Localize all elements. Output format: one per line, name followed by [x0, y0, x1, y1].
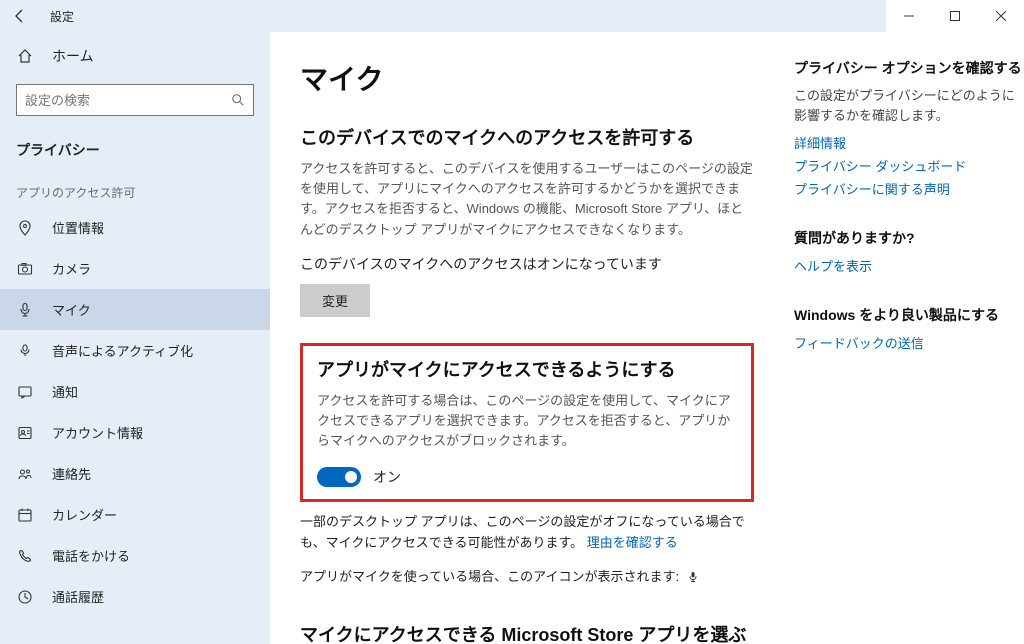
sidebar-item-call-history[interactable]: 通話履歴: [0, 576, 270, 617]
sidebar-item-account-info[interactable]: アカウント情報: [0, 412, 270, 453]
highlight-box: アプリがマイクにアクセスできるようにする アクセスを許可する場合は、このページの…: [300, 343, 754, 503]
phone-icon: [16, 548, 34, 564]
close-button[interactable]: [978, 0, 1024, 32]
section-device-access-heading: このデバイスでのマイクへのアクセスを許可する: [300, 126, 754, 151]
search-input[interactable]: [25, 93, 231, 108]
device-access-status: このデバイスのマイクへのアクセスはオンになっています: [300, 254, 754, 274]
account-icon: [16, 425, 34, 441]
home-icon: [16, 48, 34, 64]
minimize-button[interactable]: [886, 0, 932, 32]
app-access-toggle[interactable]: [317, 467, 361, 487]
aside: プライバシー オプションを確認する この設定がプライバシーにどのように影響するか…: [794, 58, 1024, 644]
sidebar-item-contacts[interactable]: 連絡先: [0, 453, 270, 494]
window-titlebar: 設定: [0, 0, 1024, 32]
sidebar-item-notifications[interactable]: 通知: [0, 371, 270, 412]
sidebar-item-label: マイク: [52, 300, 91, 319]
aside-link-dashboard[interactable]: プライバシー ダッシュボード: [794, 156, 1024, 175]
aside-help-heading: 質問がありますか?: [794, 228, 1024, 248]
voice-icon: [16, 343, 34, 359]
mic-indicator-text: アプリがマイクを使っている場合、このアイコンが表示されます:: [300, 567, 754, 587]
location-icon: [16, 220, 34, 236]
sidebar-category: プライバシー: [0, 130, 270, 174]
sidebar-item-label: カレンダー: [52, 505, 117, 524]
section-app-access-heading: アプリがマイクにアクセスできるようにする: [317, 358, 737, 383]
content-area: マイク このデバイスでのマイクへのアクセスを許可する アクセスを許可すると、この…: [270, 32, 1024, 644]
sidebar-item-label: 電話をかける: [52, 546, 130, 565]
microphone-indicator-icon: [687, 570, 699, 584]
sidebar-home-label: ホーム: [52, 46, 94, 66]
maximize-button[interactable]: [932, 0, 978, 32]
sidebar-group-label: アプリのアクセス許可: [0, 174, 270, 207]
page-title: マイク: [300, 58, 754, 98]
sidebar-item-location[interactable]: 位置情報: [0, 207, 270, 248]
sidebar-home[interactable]: ホーム: [0, 38, 270, 74]
call-history-icon: [16, 589, 34, 605]
aside-link-statement[interactable]: プライバシーに関する声明: [794, 179, 1024, 198]
aside-privacy-text: この設定がプライバシーにどのように影響するかを確認します。: [794, 86, 1024, 125]
microphone-icon: [16, 302, 34, 318]
sidebar-item-label: カメラ: [52, 259, 91, 278]
section-device-access-text: アクセスを許可すると、このデバイスを使用するユーザーはこのページの設定を使用して…: [300, 159, 754, 240]
desktop-apps-note: 一部のデスクトップ アプリは、このページの設定がオフになっている場合でも、マイク…: [300, 512, 754, 552]
sidebar-item-microphone[interactable]: マイク: [0, 289, 270, 330]
sidebar-item-label: アカウント情報: [52, 423, 143, 442]
calendar-icon: [16, 507, 34, 523]
reason-link[interactable]: 理由を確認する: [587, 535, 678, 550]
section-app-access-text: アクセスを許可する場合は、このページの設定を使用して、マイクにアクセスできるアプ…: [317, 391, 737, 451]
notification-icon: [16, 384, 34, 400]
toggle-state-label: オン: [373, 467, 401, 487]
contacts-icon: [16, 466, 34, 482]
search-box[interactable]: [16, 84, 254, 116]
aside-privacy-heading: プライバシー オプションを確認する: [794, 58, 1024, 78]
sidebar-item-calendar[interactable]: カレンダー: [0, 494, 270, 535]
sidebar-item-phone-calls[interactable]: 電話をかける: [0, 535, 270, 576]
sidebar-item-label: 音声によるアクティブ化: [52, 341, 193, 360]
sidebar-item-label: 通話履歴: [52, 587, 104, 606]
change-button[interactable]: 変更: [300, 284, 370, 317]
section-store-apps-heading: マイクにアクセスできる Microsoft Store アプリを選ぶ: [300, 623, 754, 644]
back-button[interactable]: [10, 6, 30, 26]
camera-icon: [16, 261, 34, 277]
aside-feedback-heading: Windows をより良い製品にする: [794, 305, 1024, 325]
sidebar-item-label: 連絡先: [52, 464, 91, 483]
sidebar-item-label: 位置情報: [52, 218, 104, 237]
aside-link-details[interactable]: 詳細情報: [794, 133, 1024, 152]
sidebar-item-camera[interactable]: カメラ: [0, 248, 270, 289]
search-icon: [231, 93, 245, 107]
window-title: 設定: [50, 8, 74, 25]
aside-link-help[interactable]: ヘルプを表示: [794, 256, 1024, 275]
sidebar-item-label: 通知: [52, 382, 78, 401]
sidebar-item-voice-activation[interactable]: 音声によるアクティブ化: [0, 330, 270, 371]
aside-link-feedback[interactable]: フィードバックの送信: [794, 333, 1024, 352]
sidebar: ホーム プライバシー アプリのアクセス許可 位置情報 カメラ マイク 音声による…: [0, 32, 270, 644]
